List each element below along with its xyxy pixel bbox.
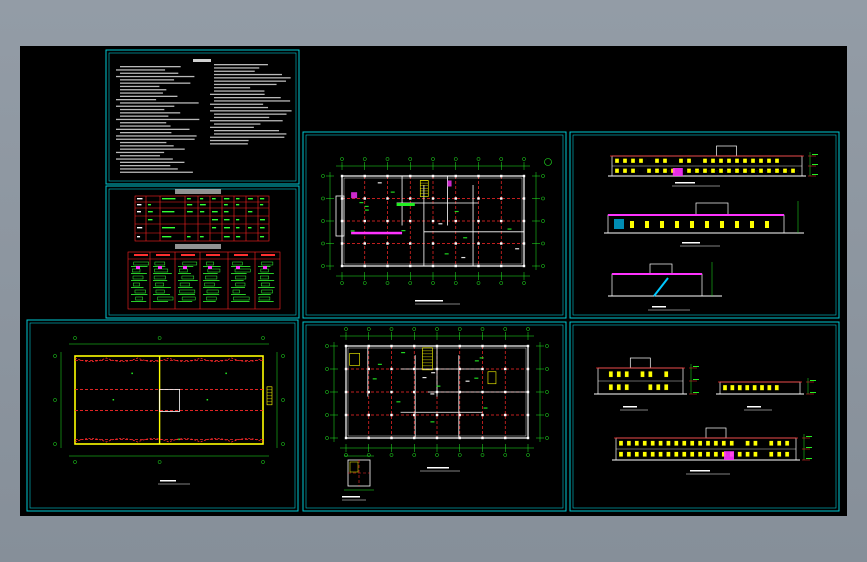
sheet-frame-elev-2 [569, 321, 840, 512]
floor-plan-upper [321, 157, 552, 305]
drawing-canvas[interactable] [20, 46, 847, 516]
elevation-sheet-upper [604, 145, 818, 311]
sheet-frame-plan-2 [302, 321, 567, 512]
floor-plan-lower [325, 327, 549, 501]
roof-plan [53, 336, 285, 485]
sheet-frame-roof [26, 319, 299, 512]
elevation-sheet-lower [594, 357, 816, 475]
drawing-sheets [26, 49, 840, 512]
cad-viewer [0, 0, 867, 562]
design-notes-sheet [116, 59, 292, 173]
schedule-sheet [127, 189, 281, 310]
